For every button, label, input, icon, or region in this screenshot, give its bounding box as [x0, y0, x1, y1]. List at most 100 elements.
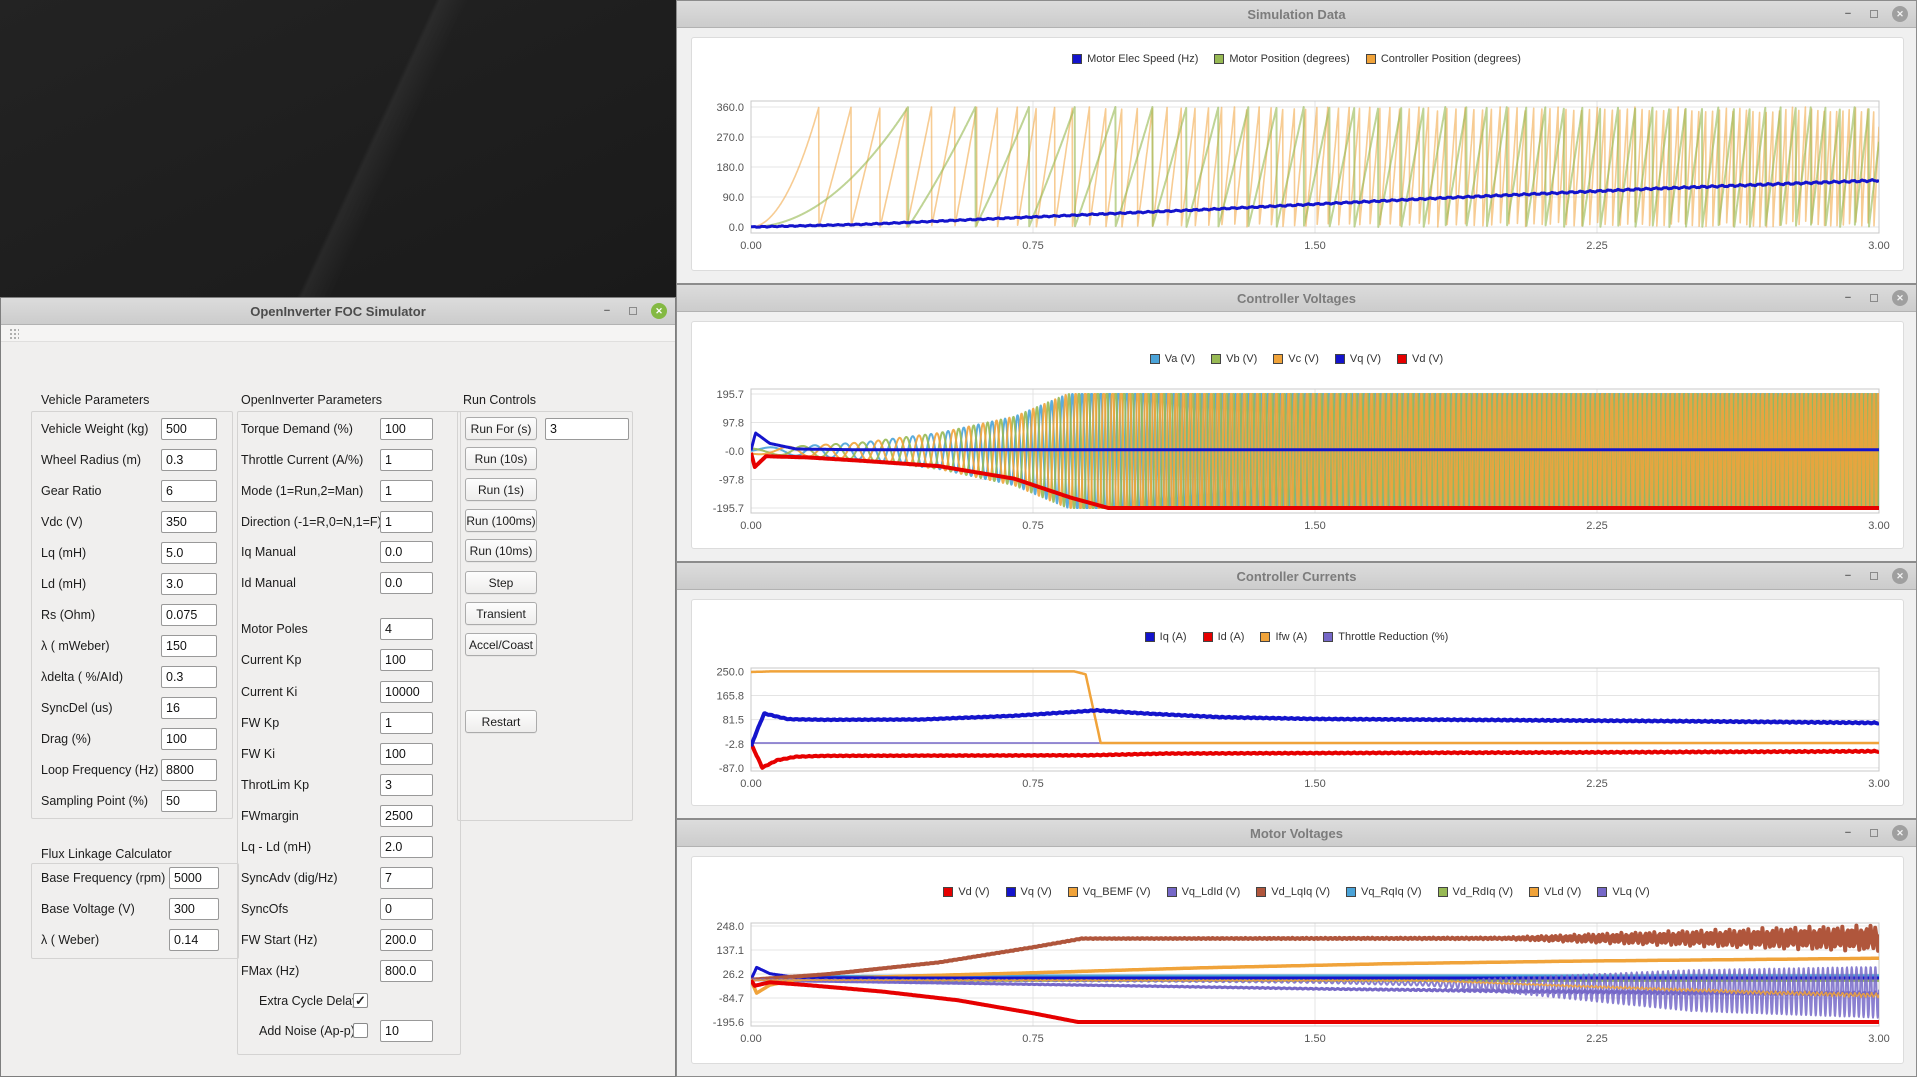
param-input[interactable]: 1: [380, 480, 433, 502]
y-axis-label: -84.7: [719, 993, 744, 1005]
param-input[interactable]: 10: [380, 1020, 433, 1042]
drag-handle-icon[interactable]: [9, 328, 19, 339]
x-axis-label: 2.25: [1586, 240, 1607, 252]
param-label: FW Kp: [241, 712, 279, 734]
run-for-seconds-input[interactable]: 3: [545, 418, 629, 440]
param-label: Motor Poles: [241, 618, 308, 640]
param-input[interactable]: 10000: [380, 681, 433, 703]
param-input[interactable]: 5000: [169, 867, 219, 889]
run-button[interactable]: Step: [465, 571, 537, 594]
param-label: Torque Demand (%): [241, 418, 353, 440]
param-input[interactable]: 100: [380, 418, 433, 440]
y-axis-label: 165.8: [716, 691, 744, 703]
checked-checkbox[interactable]: ✓: [353, 993, 368, 1008]
param-input[interactable]: 500: [161, 418, 217, 440]
param-label: Rs (Ohm): [41, 604, 95, 626]
param-input[interactable]: 6: [161, 480, 217, 502]
simulator-window: OpenInverter FOC Simulator − ✕ Vehicle P…: [0, 297, 676, 1077]
param-label: Lq - Ld (mH): [241, 836, 311, 858]
section-title: Run Controls: [463, 393, 536, 407]
param-input[interactable]: 4: [380, 618, 433, 640]
x-axis-label: 1.50: [1304, 1033, 1325, 1045]
param-input[interactable]: 150: [161, 635, 217, 657]
restart-button[interactable]: Restart: [465, 710, 537, 733]
param-input[interactable]: 3: [380, 774, 433, 796]
run-button[interactable]: Run (10s): [465, 447, 537, 470]
run-button[interactable]: Run For (s): [465, 417, 537, 440]
param-label: SyncDel (us): [41, 697, 113, 719]
desktop: OpenInverter FOC Simulator − ✕ Vehicle P…: [0, 0, 1917, 1077]
param-input[interactable]: 100: [380, 649, 433, 671]
run-button[interactable]: Run (10ms): [465, 539, 537, 562]
param-input[interactable]: 0.14: [169, 929, 219, 951]
param-input[interactable]: 2500: [380, 805, 433, 827]
param-input[interactable]: 1: [380, 511, 433, 533]
run-button[interactable]: Accel/Coast: [465, 633, 537, 656]
param-label: Add Noise (Ap-p): [259, 1020, 355, 1042]
section-title: Flux Linkage Calculator: [41, 847, 172, 861]
x-axis-label: 0.75: [1022, 778, 1043, 790]
param-label: Loop Frequency (Hz): [41, 759, 158, 781]
y-axis-label: 248.0: [716, 921, 744, 933]
param-input[interactable]: 0.3: [161, 666, 217, 688]
param-input[interactable]: 0.0: [380, 572, 433, 594]
y-axis-label: -87.0: [719, 763, 744, 775]
run-button[interactable]: Transient: [465, 602, 537, 625]
x-axis-label: 0.00: [740, 520, 761, 532]
x-axis-label: 1.50: [1304, 520, 1325, 532]
param-input[interactable]: 16: [161, 697, 217, 719]
simulator-titlebar[interactable]: OpenInverter FOC Simulator − ✕: [1, 298, 675, 325]
param-input[interactable]: 350: [161, 511, 217, 533]
x-axis-label: 3.00: [1868, 1033, 1889, 1045]
param-label: Extra Cycle Delay: [259, 990, 358, 1012]
param-input[interactable]: 8800: [161, 759, 217, 781]
param-input[interactable]: 0.0: [380, 541, 433, 563]
param-input[interactable]: 1: [380, 712, 433, 734]
param-input[interactable]: 300: [169, 898, 219, 920]
toolstrip: [1, 325, 675, 342]
y-axis-label: 137.1: [716, 945, 744, 957]
chart-plot: -195.7-97.8-0.097.8195.70.000.751.502.25…: [677, 285, 1917, 563]
x-axis-label: 1.50: [1304, 778, 1325, 790]
param-label: Ld (mH): [41, 573, 86, 595]
param-input[interactable]: 2.0: [380, 836, 433, 858]
chart-window: Controller Voltages−✕Va (V)Vb (V)Vc (V)V…: [676, 284, 1917, 562]
param-input[interactable]: 5.0: [161, 542, 217, 564]
param-input[interactable]: 1: [380, 449, 433, 471]
section-title: Vehicle Parameters: [41, 393, 149, 407]
param-label: SyncAdv (dig/Hz): [241, 867, 338, 889]
y-axis-label: 26.2: [723, 969, 744, 981]
param-input[interactable]: 7: [380, 867, 433, 889]
simulator-body: Vehicle ParametersVehicle Weight (kg)500…: [1, 342, 675, 1076]
param-label: Current Ki: [241, 681, 297, 703]
param-input[interactable]: 3.0: [161, 573, 217, 595]
window-title: OpenInverter FOC Simulator: [250, 304, 426, 319]
param-label: Current Kp: [241, 649, 301, 671]
param-label: Base Voltage (V): [41, 898, 135, 920]
x-axis-label: 2.25: [1586, 520, 1607, 532]
y-axis-label: -97.8: [719, 474, 744, 486]
chart-window: Controller Currents−✕Iq (A)Id (A)Ifw (A)…: [676, 562, 1917, 819]
param-label: Id Manual: [241, 572, 296, 594]
section-title: OpenInverter Parameters: [241, 393, 382, 407]
y-axis-label: 0.0: [729, 222, 744, 234]
param-input[interactable]: 800.0: [380, 960, 433, 982]
x-axis-label: 3.00: [1868, 520, 1889, 532]
param-input[interactable]: 0.3: [161, 449, 217, 471]
run-button[interactable]: Run (1s): [465, 478, 537, 501]
param-input[interactable]: 0: [380, 898, 433, 920]
x-axis-label: 2.25: [1586, 1033, 1607, 1045]
minimize-icon[interactable]: −: [599, 303, 615, 319]
restore-icon[interactable]: [625, 303, 641, 319]
param-input[interactable]: 50: [161, 790, 217, 812]
param-label: Iq Manual: [241, 541, 296, 563]
param-label: Vdc (V): [41, 511, 83, 533]
param-input[interactable]: 100: [380, 743, 433, 765]
param-input[interactable]: 100: [161, 728, 217, 750]
param-input[interactable]: 200.0: [380, 929, 433, 951]
x-axis-label: 0.00: [740, 1033, 761, 1045]
param-input[interactable]: 0.075: [161, 604, 217, 626]
unchecked-checkbox[interactable]: [353, 1023, 368, 1038]
close-icon[interactable]: ✕: [651, 303, 667, 319]
run-button[interactable]: Run (100ms): [465, 509, 537, 532]
